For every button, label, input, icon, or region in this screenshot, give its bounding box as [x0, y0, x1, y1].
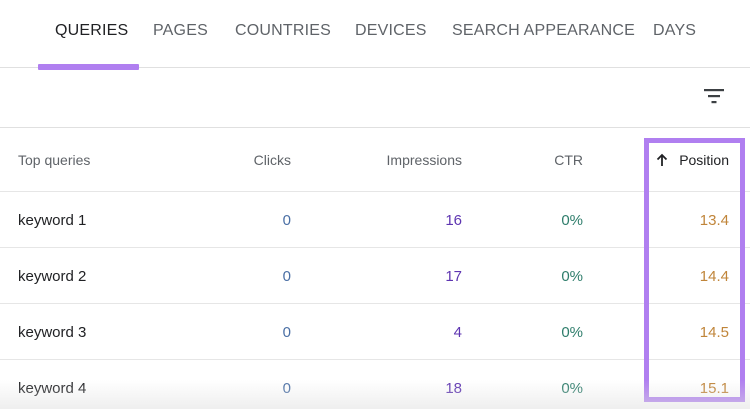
- tab-days[interactable]: DAYS: [653, 22, 696, 40]
- table-toolbar: [0, 68, 750, 128]
- filter-button[interactable]: [700, 82, 728, 110]
- tab-countries[interactable]: COUNTRIES: [235, 22, 331, 40]
- position-cell: 13.4: [699, 212, 729, 229]
- column-header-position[interactable]: Position: [655, 152, 729, 168]
- tab-devices[interactable]: DEVICES: [355, 22, 427, 40]
- table-row[interactable]: keyword 1 0 16 0% 13.4: [0, 192, 750, 248]
- arrow-up-icon: [657, 153, 668, 166]
- table-header-row: Top queries Clicks Impressions CTR Posit…: [0, 128, 750, 192]
- clicks-cell: 0: [282, 212, 291, 229]
- table-row[interactable]: keyword 4 0 18 0% 15.1: [0, 360, 750, 409]
- column-header-impressions[interactable]: Impressions: [387, 152, 462, 168]
- tab-pages[interactable]: PAGES: [153, 22, 208, 40]
- query-cell: keyword 3: [18, 324, 87, 341]
- tab-search-appearance[interactable]: SEARCH APPEARANCE: [452, 22, 635, 40]
- tab-queries[interactable]: QUERIES: [55, 22, 128, 40]
- table-row[interactable]: keyword 3 0 4 0% 14.5: [0, 304, 750, 360]
- query-cell: keyword 1: [18, 212, 87, 229]
- query-cell: keyword 2: [18, 268, 87, 285]
- position-cell: 14.4: [699, 268, 729, 285]
- impressions-cell: 18: [445, 380, 462, 397]
- column-header-ctr[interactable]: CTR: [554, 152, 583, 168]
- ctr-cell: 0%: [561, 380, 583, 397]
- clicks-cell: 0: [282, 380, 291, 397]
- impressions-cell: 4: [453, 324, 462, 341]
- column-header-clicks[interactable]: Clicks: [254, 152, 291, 168]
- report-tabs: QUERIES PAGES COUNTRIES DEVICES SEARCH A…: [0, 0, 750, 70]
- ctr-cell: 0%: [561, 324, 583, 341]
- filter-icon: [704, 89, 724, 104]
- clicks-cell: 0: [282, 268, 291, 285]
- table-row[interactable]: keyword 2 0 17 0% 14.4: [0, 248, 750, 304]
- position-cell: 15.1: [699, 380, 729, 397]
- column-header-top-queries[interactable]: Top queries: [18, 152, 90, 168]
- impressions-cell: 16: [445, 212, 462, 229]
- impressions-cell: 17: [445, 268, 462, 285]
- ctr-cell: 0%: [561, 268, 583, 285]
- clicks-cell: 0: [282, 324, 291, 341]
- column-header-position-label: Position: [679, 152, 729, 168]
- ctr-cell: 0%: [561, 212, 583, 229]
- query-cell: keyword 4: [18, 380, 87, 397]
- position-cell: 14.5: [699, 324, 729, 341]
